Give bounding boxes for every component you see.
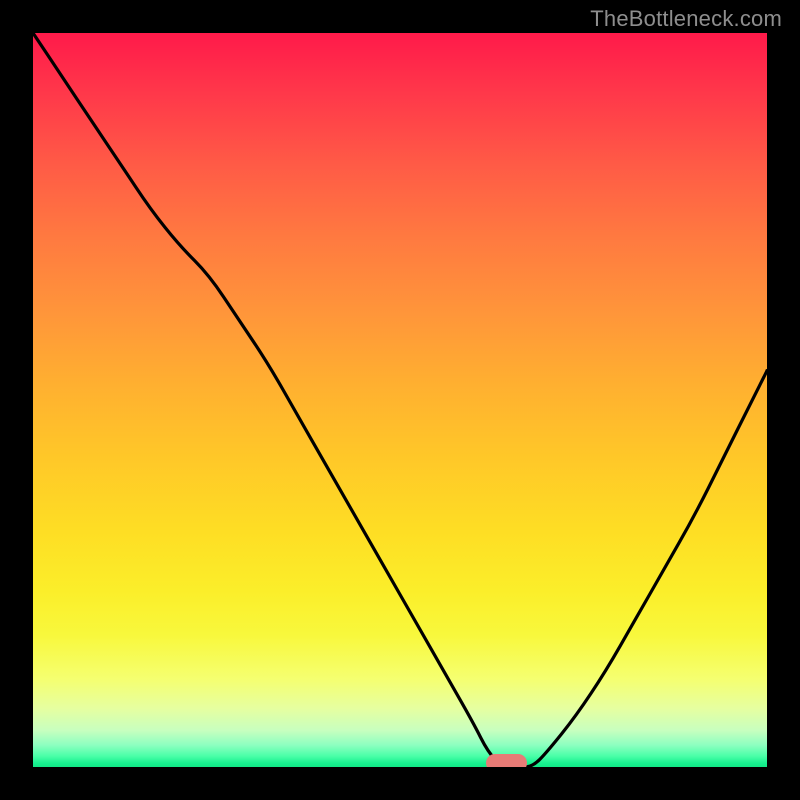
plot-area bbox=[33, 33, 767, 767]
optimal-range-marker bbox=[486, 754, 528, 767]
chart-frame: TheBottleneck.com bbox=[0, 0, 800, 800]
watermark-text: TheBottleneck.com bbox=[590, 6, 782, 32]
bottleneck-curve bbox=[33, 33, 767, 767]
